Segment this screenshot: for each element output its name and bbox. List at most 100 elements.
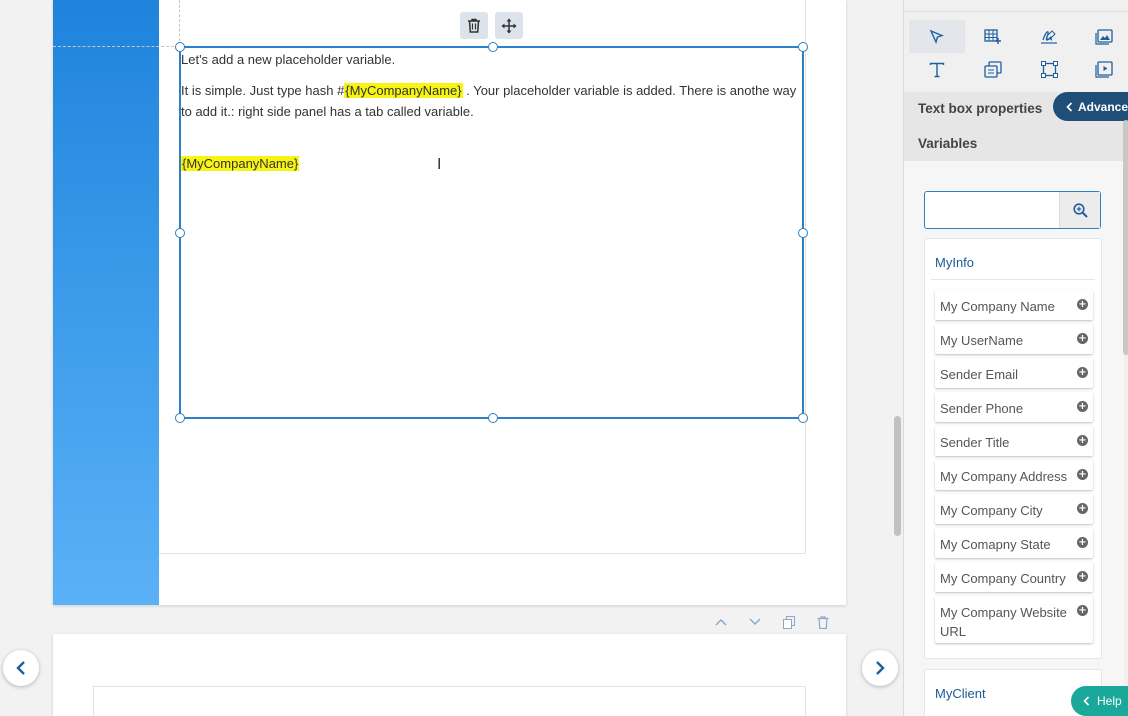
divider <box>931 279 1095 280</box>
text-segment: It is simple. Just type hash # <box>181 83 345 98</box>
resize-handle-bottom[interactable] <box>488 413 498 423</box>
tool-select[interactable] <box>909 20 965 53</box>
variable-label: Sender Title <box>940 435 1010 450</box>
variable-search-input[interactable] <box>925 192 1059 228</box>
search-icon <box>1072 202 1088 218</box>
previous-page-button[interactable] <box>3 650 39 686</box>
guide-line-vertical <box>179 0 180 46</box>
variable-item[interactable]: My Company Country + <box>935 562 1093 592</box>
variable-label: My Comapny State <box>940 537 1051 552</box>
variable-item[interactable]: My UserName + <box>935 324 1093 354</box>
delete-page-button[interactable] <box>813 613 833 631</box>
image-icon <box>1095 28 1113 45</box>
resize-handle-top[interactable] <box>488 42 498 52</box>
variable-item[interactable]: Sender Title + <box>935 426 1093 456</box>
right-side-panel: Text box properties Advance Variables My… <box>903 0 1128 716</box>
chevron-left-icon <box>1066 101 1073 112</box>
text-icon <box>929 62 945 77</box>
resize-handle-left[interactable] <box>175 228 185 238</box>
resize-handle-bottom-left[interactable] <box>175 413 185 423</box>
add-variable-icon[interactable]: + <box>1077 469 1088 480</box>
text-line-variable[interactable]: {MyCompanyName} <box>181 153 802 174</box>
tool-shape[interactable] <box>1021 53 1077 86</box>
text-line-intro[interactable]: Let's add a new placeholder variable. <box>181 49 802 70</box>
move-icon <box>501 18 517 33</box>
next-page-button[interactable] <box>862 650 898 686</box>
video-icon <box>1095 61 1113 78</box>
help-label: Help <box>1097 694 1122 708</box>
search-button[interactable] <box>1059 192 1100 228</box>
trash-icon <box>468 18 480 33</box>
add-variable-icon[interactable]: + <box>1077 435 1088 446</box>
guide-line-horizontal <box>53 46 179 47</box>
variable-item[interactable]: My Company City + <box>935 494 1093 524</box>
resize-handle-top-right[interactable] <box>798 42 808 52</box>
add-variable-icon[interactable]: + <box>1077 537 1088 548</box>
panel-top-strip <box>904 0 1128 12</box>
variable-item[interactable]: My Company Address + <box>935 460 1093 490</box>
delete-element-button[interactable] <box>460 12 488 39</box>
text-cursor-icon: I <box>437 155 442 173</box>
move-element-button[interactable] <box>495 12 523 39</box>
chevron-left-icon <box>1083 696 1090 706</box>
add-variable-icon[interactable]: + <box>1077 299 1088 310</box>
help-button[interactable]: Help <box>1071 686 1128 716</box>
duplicate-page-button[interactable] <box>779 613 799 631</box>
tool-image[interactable] <box>1076 20 1128 53</box>
editor-scrollbar[interactable] <box>894 416 901 536</box>
variable-label: Sender Phone <box>940 401 1024 416</box>
group-title: MyInfo <box>935 255 975 270</box>
variable-group-myinfo: MyInfo My Company Name + My UserName + S… <box>924 238 1102 659</box>
move-page-up-button[interactable] <box>711 613 731 631</box>
selected-text-box[interactable]: Let's add a new placeholder variable. It… <box>175 42 808 423</box>
document-page-2 <box>53 634 846 716</box>
resize-handle-right[interactable] <box>798 228 808 238</box>
group-title: MyClient <box>935 686 986 701</box>
chevron-left-icon <box>16 661 25 675</box>
signature-icon <box>1041 29 1057 44</box>
resize-handle-bottom-right[interactable] <box>798 413 808 423</box>
resize-handle-top-left[interactable] <box>175 42 185 52</box>
tool-text[interactable] <box>909 53 965 86</box>
content-area-border <box>93 686 806 716</box>
copy-field-icon <box>984 61 1002 78</box>
variable-label: My Company City <box>940 503 1043 518</box>
add-variable-icon[interactable]: + <box>1077 367 1088 378</box>
advance-button[interactable]: Advance <box>1053 92 1128 121</box>
add-variable-icon[interactable]: + <box>1077 401 1088 412</box>
page-color-band <box>53 0 159 605</box>
tool-table[interactable] <box>965 20 1021 53</box>
chevron-right-icon <box>876 661 885 675</box>
move-page-down-button[interactable] <box>745 613 765 631</box>
advance-label: Advance <box>1078 99 1128 114</box>
variable-item[interactable]: My Comapny State + <box>935 528 1093 558</box>
add-variable-icon[interactable]: + <box>1077 333 1088 344</box>
add-variable-icon[interactable]: + <box>1077 605 1088 616</box>
variable-label: My Company Website URL <box>940 605 1067 639</box>
text-line-explanation[interactable]: It is simple. Just type hash #{MyCompany… <box>181 80 802 122</box>
placeholder-variable-token[interactable]: {MyCompanyName} <box>344 83 463 98</box>
variable-label: My UserName <box>940 333 1024 348</box>
trash-icon <box>817 615 829 629</box>
tab-variables[interactable]: Variables <box>904 127 1124 161</box>
variable-item[interactable]: My Company Website URL + <box>935 596 1093 643</box>
add-variable-icon[interactable]: + <box>1077 503 1088 514</box>
variable-item[interactable]: Sender Email + <box>935 358 1093 388</box>
tool-copy-field[interactable] <box>965 53 1021 86</box>
table-add-icon <box>984 28 1001 44</box>
panel-scrollbar[interactable] <box>1123 120 1128 355</box>
variable-label: Sender Email <box>940 367 1019 382</box>
placeholder-variable-token[interactable]: {MyCompanyName} <box>181 156 300 171</box>
chevron-up-icon <box>715 618 727 626</box>
variable-search <box>924 191 1101 229</box>
copy-icon <box>783 615 795 629</box>
add-variable-icon[interactable]: + <box>1077 571 1088 582</box>
variable-item[interactable]: Sender Phone + <box>935 392 1093 422</box>
tool-signature[interactable] <box>1021 20 1077 53</box>
tool-video[interactable] <box>1076 53 1128 86</box>
variable-item[interactable]: My Company Name + <box>935 290 1093 320</box>
pointer-icon <box>929 29 945 44</box>
properties-title: Text box properties <box>918 101 1043 116</box>
variable-label: My Company Address <box>940 469 1068 484</box>
variable-label: My Company Name <box>940 299 1055 314</box>
